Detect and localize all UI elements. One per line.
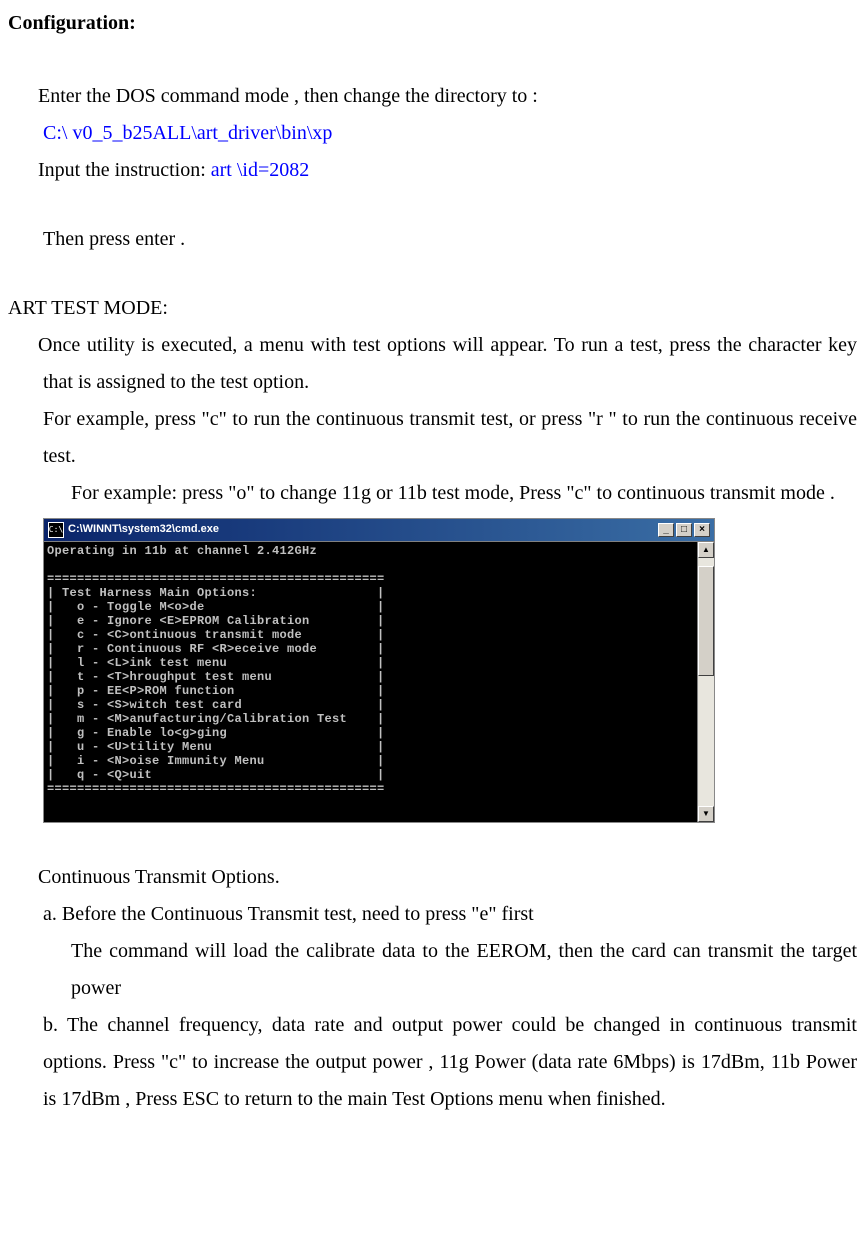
terminal-content[interactable]: Operating in 11b at channel 2.412GHz ===… [44, 542, 697, 822]
terminal-window: C:\ C:\WINNT\system32\cmd.exe _ □ × Oper… [43, 518, 715, 823]
minimize-button[interactable]: _ [658, 523, 674, 537]
art-step-2a: Continuous Transmit Options. [38, 866, 280, 888]
art-step-2: 2.Continuous Transmit Options. [8, 859, 857, 896]
scroll-thumb[interactable] [698, 566, 714, 676]
close-button[interactable]: × [694, 523, 710, 537]
list-number: 1. [8, 327, 38, 364]
art-step-1a: Once utility is executed, a menu with te… [38, 334, 857, 393]
art-step-2c: The command will load the calibrate data… [8, 933, 857, 1007]
step-1: 1.Enter the DOS command mode , then chan… [8, 78, 857, 115]
step-2-text-b: Then press enter . [8, 221, 857, 258]
scroll-track[interactable] [698, 558, 714, 806]
scroll-down-button[interactable]: ▼ [698, 806, 714, 822]
art-step-1c: For example: press "o" to change 11g or … [8, 475, 857, 512]
list-number: 1. [8, 78, 38, 115]
art-step-2b: a. Before the Continuous Transmit test, … [8, 896, 857, 933]
step-2-command: art \id=2082 [211, 159, 310, 181]
step-2-text-a: Input the instruction: [38, 159, 211, 181]
terminal-titlebar[interactable]: C:\ C:\WINNT\system32\cmd.exe _ □ × [44, 519, 714, 541]
step-2: 2.Input the instruction: art \id=2082 [8, 152, 857, 189]
step-1-text: Enter the DOS command mode , then change… [38, 85, 538, 107]
terminal-title: C:\WINNT\system32\cmd.exe [68, 523, 658, 536]
cmd-icon: C:\ [48, 522, 64, 538]
page-title: Configuration: [8, 5, 857, 42]
scroll-up-button[interactable]: ▲ [698, 542, 714, 558]
list-number: 2. [8, 859, 38, 896]
art-step-1: 1.Once utility is executed, a menu with … [8, 327, 857, 401]
maximize-button[interactable]: □ [676, 523, 692, 537]
list-number: 2. [8, 152, 38, 189]
art-step-1b: For example, press "c" to run the contin… [8, 401, 857, 475]
scrollbar[interactable]: ▲ ▼ [697, 542, 714, 822]
section-heading: ART TEST MODE: [8, 290, 857, 327]
step-1-path: C:\ v0_5_b25ALL\art_driver\bin\xp [8, 115, 857, 152]
art-step-2d: b. The channel frequency, data rate and … [8, 1007, 857, 1118]
